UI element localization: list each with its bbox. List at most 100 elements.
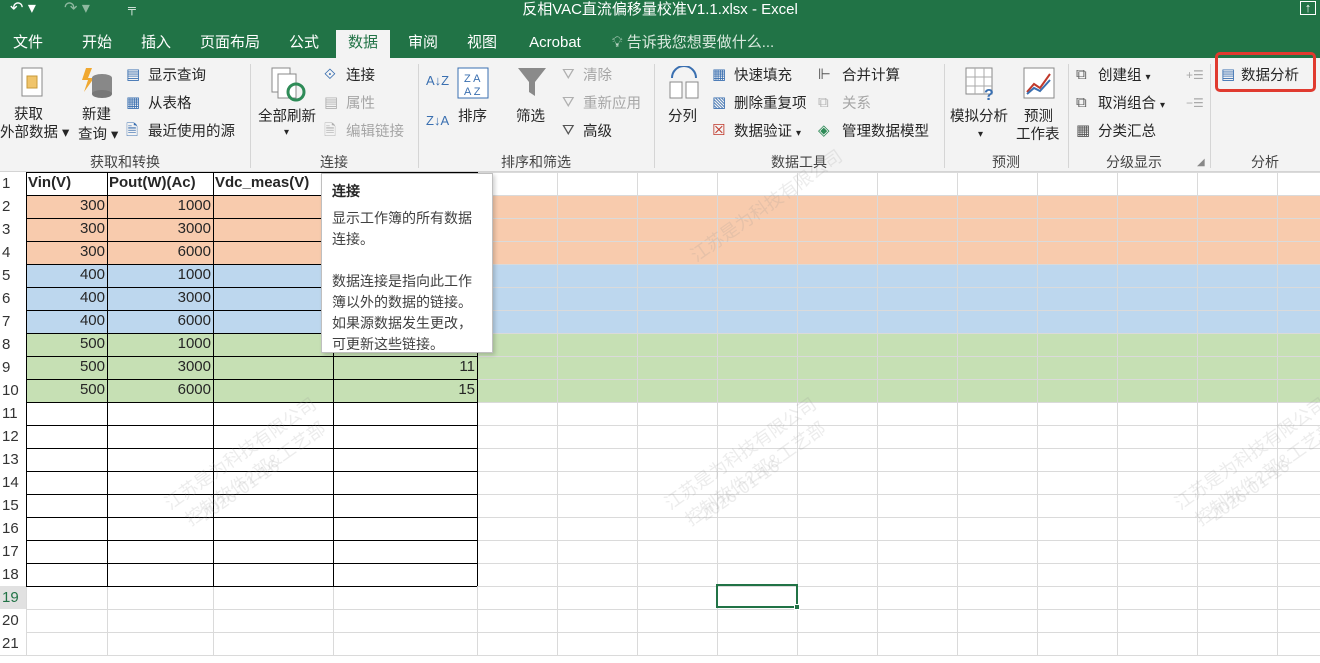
- text-to-columns-label: 分列: [668, 109, 697, 125]
- table-cell[interactable]: 6000: [107, 310, 213, 333]
- row-number[interactable]: 7: [0, 310, 26, 333]
- row-number[interactable]: 11: [0, 402, 26, 425]
- table-cell[interactable]: 1000: [107, 264, 213, 287]
- consolidate-button[interactable]: 合并计算: [842, 67, 900, 85]
- recent-sources-button[interactable]: 最近使用的源: [148, 123, 235, 141]
- filter-icon: [518, 68, 546, 96]
- tab-acrobat[interactable]: Acrobat: [518, 30, 592, 58]
- table-cell[interactable]: 3000: [107, 218, 213, 241]
- remove-duplicates-button[interactable]: 删除重复项: [734, 95, 807, 113]
- from-table-button[interactable]: 从表格: [148, 95, 192, 113]
- sort-descending-icon[interactable]: Z↓A: [426, 112, 449, 130]
- subtotal-button[interactable]: 分类汇总: [1098, 123, 1156, 141]
- row-number[interactable]: 16: [0, 517, 26, 540]
- row-number[interactable]: 19: [0, 586, 26, 609]
- row-number[interactable]: 13: [0, 448, 26, 471]
- row-band-fill: [26, 287, 1320, 310]
- get-external-label-1: 获取: [14, 107, 43, 123]
- selected-cell[interactable]: [716, 584, 798, 608]
- table-cell[interactable]: 500: [26, 379, 107, 402]
- table-cell[interactable]: 300: [26, 218, 107, 241]
- tab-file[interactable]: 文件: [0, 30, 56, 58]
- table-cell[interactable]: 3000: [107, 356, 213, 379]
- reapply-button[interactable]: 重新应用: [583, 95, 641, 113]
- ungroup-button[interactable]: 取消组合 ▾: [1098, 95, 1165, 115]
- sort-icon: Z AA Z: [457, 67, 489, 99]
- clear-button[interactable]: 清除: [583, 67, 612, 85]
- forecast-sheet-label-1: 预测: [1024, 109, 1053, 125]
- row-number[interactable]: 5: [0, 264, 26, 287]
- table-cell[interactable]: 400: [26, 287, 107, 310]
- row-band-fill: [26, 218, 1320, 241]
- row-number[interactable]: 20: [0, 609, 26, 632]
- dialog-launcher-icon[interactable]: ◢: [1197, 154, 1205, 172]
- group-button[interactable]: 创建组 ▾: [1098, 67, 1151, 87]
- row-number[interactable]: 4: [0, 241, 26, 264]
- table-cell[interactable]: 500: [26, 356, 107, 379]
- row-number[interactable]: 21: [0, 632, 26, 655]
- fill-handle[interactable]: [794, 604, 800, 610]
- tab-page-layout[interactable]: 页面布局: [192, 30, 268, 58]
- what-if-icon: ?: [965, 67, 994, 102]
- row-number[interactable]: 15: [0, 494, 26, 517]
- row-number[interactable]: 14: [0, 471, 26, 494]
- row-number[interactable]: 18: [0, 563, 26, 586]
- manage-data-model-button[interactable]: 管理数据模型: [842, 123, 929, 141]
- row-number[interactable]: 12: [0, 425, 26, 448]
- advanced-button[interactable]: 高级: [583, 123, 612, 141]
- tab-home[interactable]: 开始: [70, 30, 124, 58]
- tab-review[interactable]: 审阅: [396, 30, 450, 58]
- group-label-connections: 连接: [320, 154, 348, 170]
- row-number[interactable]: 2: [0, 195, 26, 218]
- column-header-cell[interactable]: Vdc_meas(V): [213, 172, 333, 195]
- tab-insert[interactable]: 插入: [130, 30, 182, 58]
- show-queries-button[interactable]: 显示查询: [148, 67, 206, 85]
- row-number[interactable]: 17: [0, 540, 26, 563]
- tab-view[interactable]: 视图: [456, 30, 508, 58]
- table-cell[interactable]: 300: [26, 195, 107, 218]
- properties-button[interactable]: 属性: [346, 95, 375, 113]
- data-validation-button[interactable]: 数据验证 ▾: [734, 123, 801, 143]
- show-detail-icon[interactable]: +☰: [1186, 66, 1204, 84]
- row-number[interactable]: 8: [0, 333, 26, 356]
- table-cell[interactable]: 1000: [107, 333, 213, 356]
- table-cell[interactable]: 300: [26, 241, 107, 264]
- column-header-cell[interactable]: Vin(V): [26, 172, 107, 195]
- row-number[interactable]: 1: [0, 172, 26, 195]
- table-cell[interactable]: 400: [26, 264, 107, 287]
- title-bar: ↶ ▾ ↷ ▾ ╤ 反相VAC直流偏移量校准V1.1.xlsx - Excel …: [0, 0, 1320, 30]
- relationships-button[interactable]: 关系: [842, 95, 871, 113]
- table-cell[interactable]: 6000: [107, 379, 213, 402]
- row-number[interactable]: 3: [0, 218, 26, 241]
- table-cell[interactable]: 6000: [107, 241, 213, 264]
- table-cell[interactable]: 15: [333, 379, 477, 402]
- tab-formulas[interactable]: 公式: [280, 30, 328, 58]
- table-cell[interactable]: 500: [26, 333, 107, 356]
- consolidate-icon: ⊩: [818, 66, 832, 83]
- flash-fill-button[interactable]: 快速填充: [734, 67, 792, 85]
- remove-duplicates-icon: ▧: [712, 94, 727, 111]
- svg-text:A Z: A Z: [464, 86, 481, 98]
- text-to-columns-icon: [669, 66, 699, 99]
- tooltip-title: 连接: [332, 183, 360, 199]
- connections-tooltip: 连接 显示工作簿的所有数据连接。 数据连接是指向此工作簿以外的数据的链接。如果源…: [321, 173, 493, 353]
- table-cell[interactable]: 11: [333, 356, 477, 379]
- column-header-cell[interactable]: Pout(W)(Ac): [107, 172, 213, 195]
- connections-button[interactable]: 连接: [346, 67, 375, 85]
- tell-me-search[interactable]: 💡︎ 告诉我您想要做什么...: [612, 30, 774, 56]
- group-label-sort-filter: 排序和筛选: [501, 154, 571, 170]
- row-number[interactable]: 10: [0, 379, 26, 402]
- sort-ascending-icon[interactable]: A↓Z: [426, 72, 449, 90]
- row-number[interactable]: 6: [0, 287, 26, 310]
- table-cell[interactable]: 1000: [107, 195, 213, 218]
- edit-links-button[interactable]: 编辑链接: [346, 123, 404, 141]
- table-cell[interactable]: 400: [26, 310, 107, 333]
- advanced-filter-icon: ⛛: [562, 122, 575, 139]
- tab-data[interactable]: 数据: [336, 30, 390, 58]
- recent-sources-icon: 🗎︎: [126, 122, 139, 139]
- table-cell[interactable]: 3000: [107, 287, 213, 310]
- hide-detail-icon[interactable]: −☰: [1186, 94, 1204, 112]
- row-number[interactable]: 9: [0, 356, 26, 379]
- forecast-sheet-icon: [1023, 67, 1055, 99]
- ribbon-display-icon[interactable]: ↑: [1300, 1, 1316, 15]
